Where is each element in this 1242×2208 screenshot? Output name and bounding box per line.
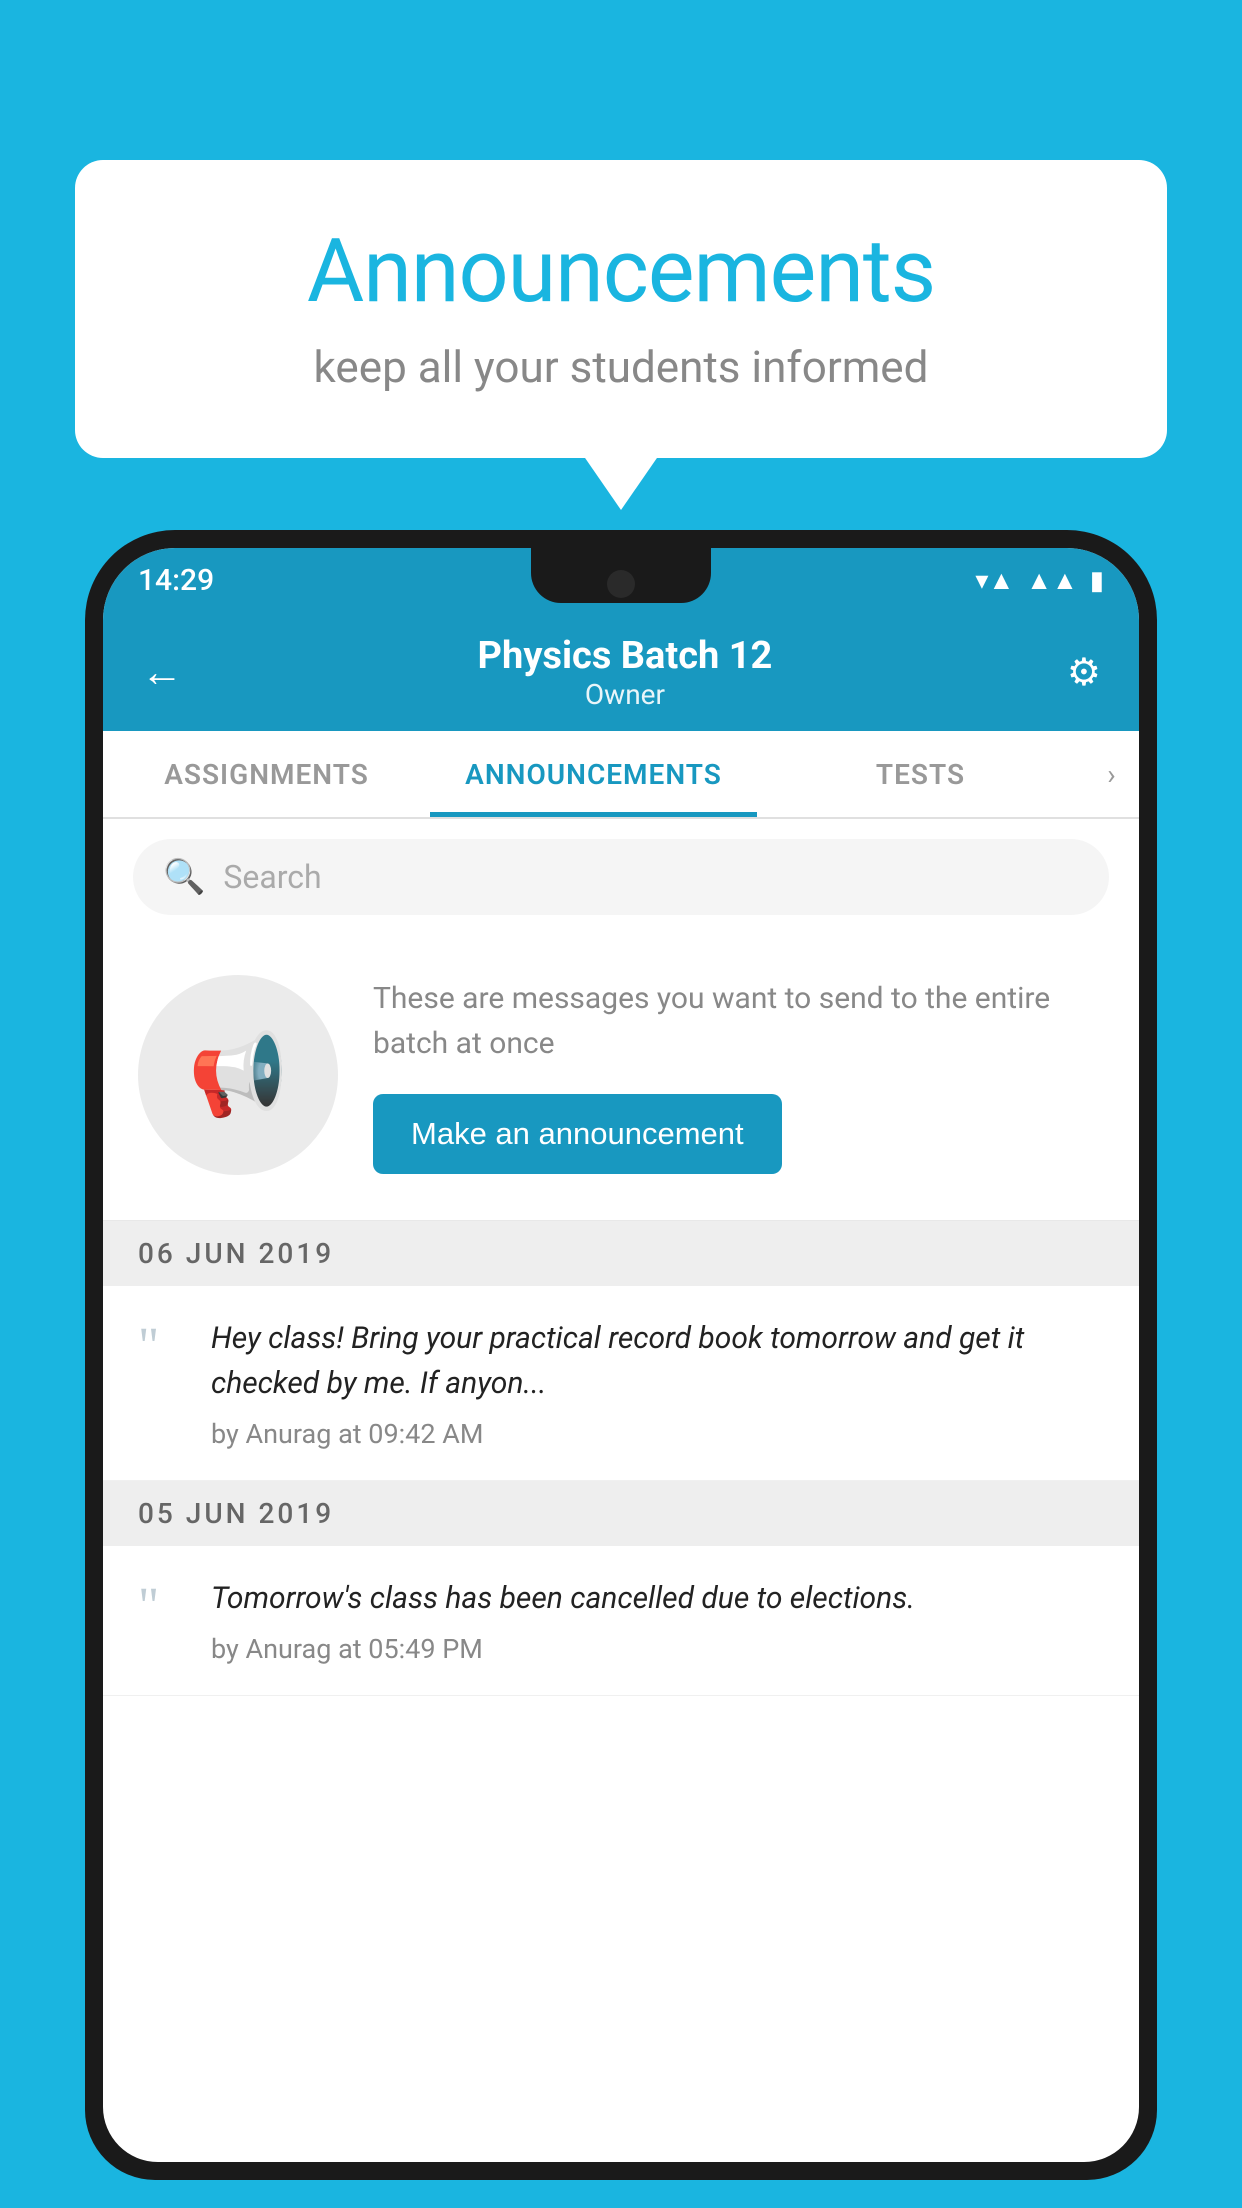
phone-notch <box>531 548 711 603</box>
search-icon: 🔍 <box>163 857 205 897</box>
signal-icon: ▲▲ <box>1026 565 1077 596</box>
megaphone-icon: 📢 <box>188 1028 288 1122</box>
speech-bubble: Announcements keep all your students inf… <box>75 160 1167 458</box>
speech-bubble-subtitle: keep all your students informed <box>145 341 1097 393</box>
announcement-item-2[interactable]: " Tomorrow's class has been cancelled du… <box>103 1546 1139 1696</box>
phone-outer: 14:29 ▾▲ ▲▲ ▮ ← Physics Batch 12 Owner ⚙ <box>85 530 1157 2180</box>
announcement-meta-1: by Anurag at 09:42 AM <box>211 1418 1104 1450</box>
announcement-text-1: Hey class! Bring your practical record b… <box>211 1316 1104 1406</box>
announcement-icon-circle: 📢 <box>138 975 338 1175</box>
search-placeholder: Search <box>223 858 321 896</box>
announcement-description: These are messages you want to send to t… <box>373 976 1104 1066</box>
app-header: ← Physics Batch 12 Owner ⚙ <box>103 613 1139 731</box>
announcement-right: These are messages you want to send to t… <box>373 976 1104 1174</box>
battery-icon: ▮ <box>1090 566 1104 596</box>
header-title: Physics Batch 12 <box>478 634 773 678</box>
status-time: 14:29 <box>138 563 214 598</box>
quote-icon-2: " <box>138 1581 183 1633</box>
announcement-content-1: Hey class! Bring your practical record b… <box>211 1316 1104 1450</box>
announcement-content-2: Tomorrow's class has been cancelled due … <box>211 1576 1104 1665</box>
date-separator-2: 05 JUN 2019 <box>103 1481 1139 1546</box>
back-button[interactable]: ← <box>141 648 183 697</box>
status-icons: ▾▲ ▲▲ ▮ <box>975 565 1104 596</box>
date-label-2: 05 JUN 2019 <box>138 1497 334 1530</box>
search-bar[interactable]: 🔍 Search <box>133 839 1109 915</box>
speech-bubble-title: Announcements <box>145 220 1097 323</box>
settings-icon[interactable]: ⚙ <box>1067 650 1101 695</box>
phone-mockup: 14:29 ▾▲ ▲▲ ▮ ← Physics Batch 12 Owner ⚙ <box>85 530 1157 2208</box>
tabs-container: ASSIGNMENTS ANNOUNCEMENTS TESTS › <box>103 731 1139 819</box>
phone-camera <box>607 570 635 598</box>
header-center: Physics Batch 12 Owner <box>478 634 773 711</box>
tab-more[interactable]: › <box>1084 731 1139 817</box>
announcement-prompt: 📢 These are messages you want to send to… <box>103 935 1139 1221</box>
make-announcement-button[interactable]: Make an announcement <box>373 1094 782 1174</box>
date-label-1: 06 JUN 2019 <box>138 1237 334 1270</box>
announcement-text-2: Tomorrow's class has been cancelled due … <box>211 1576 1104 1621</box>
tab-announcements[interactable]: ANNOUNCEMENTS <box>430 731 757 817</box>
announcement-item-1[interactable]: " Hey class! Bring your practical record… <box>103 1286 1139 1481</box>
announcement-meta-2: by Anurag at 05:49 PM <box>211 1633 1104 1665</box>
phone-screen: 14:29 ▾▲ ▲▲ ▮ ← Physics Batch 12 Owner ⚙ <box>103 548 1139 2162</box>
search-container: 🔍 Search <box>103 819 1139 935</box>
quote-icon-1: " <box>138 1321 183 1373</box>
speech-bubble-section: Announcements keep all your students inf… <box>75 160 1167 458</box>
tab-assignments[interactable]: ASSIGNMENTS <box>103 731 430 817</box>
header-subtitle: Owner <box>478 678 773 711</box>
date-separator-1: 06 JUN 2019 <box>103 1221 1139 1286</box>
wifi-icon: ▾▲ <box>975 565 1014 596</box>
tab-tests[interactable]: TESTS <box>757 731 1084 817</box>
